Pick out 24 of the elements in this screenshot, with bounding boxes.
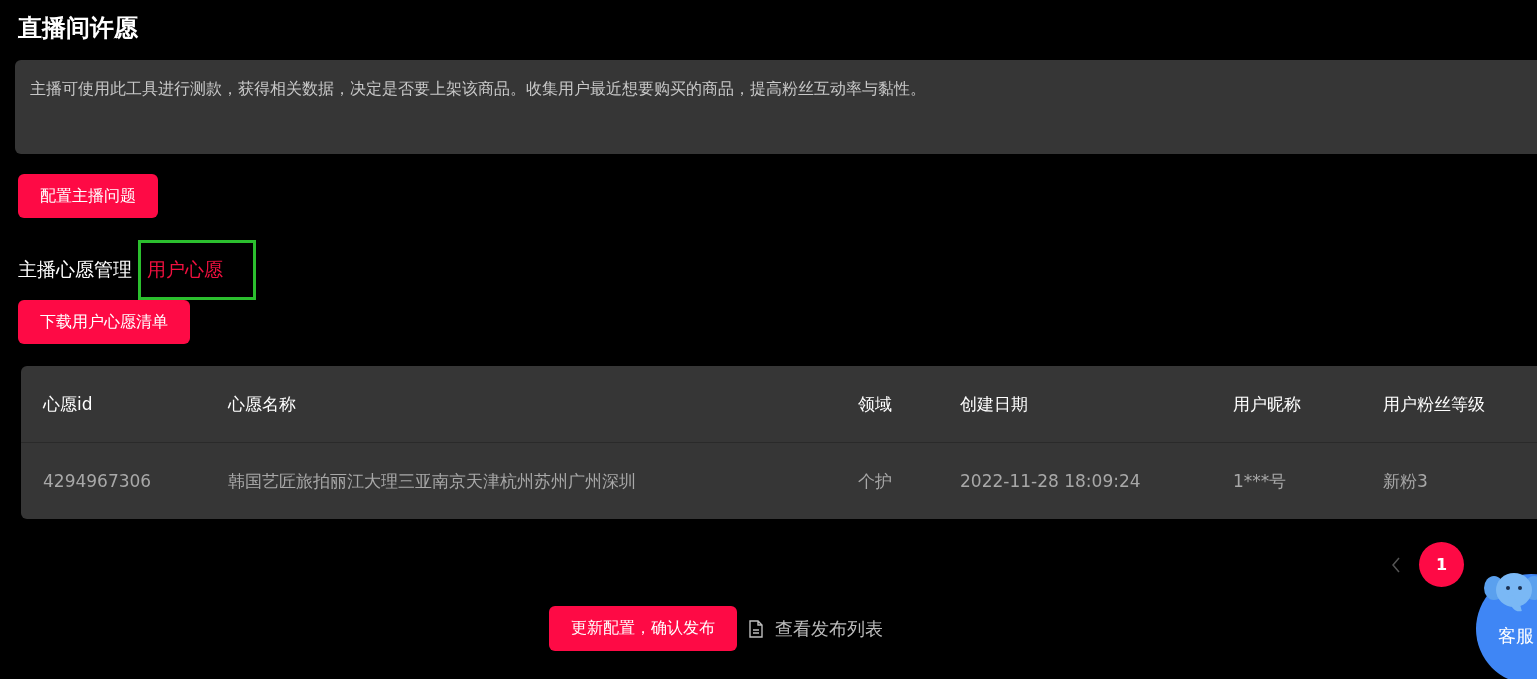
- config-button[interactable]: 配置主播问题: [18, 174, 158, 218]
- publish-list-link[interactable]: 查看发布列表: [749, 616, 883, 641]
- column-header: 用户昵称: [1233, 392, 1302, 416]
- table-cell-text: 个护: [858, 469, 893, 493]
- description-text: 主播可使用此工具进行测款，获得相关数据，决定是否要上架该商品。收集用户最近想要购买的商品，提高粉丝互动率与黏性。: [30, 79, 927, 100]
- download-button[interactable]: 下载用户心愿清单: [18, 300, 190, 344]
- table-cell-text: 4294967306: [43, 471, 153, 491]
- page-title: 直播间许愿: [17, 13, 139, 44]
- table-cell-text: 韩国艺匠旅拍丽江大理三亚南京天津杭州苏州广州深圳: [228, 469, 637, 493]
- tab[interactable]: 用户心愿: [138, 240, 256, 300]
- column-header: 创建日期: [960, 392, 1029, 416]
- page-number[interactable]: 1: [1419, 542, 1464, 587]
- prev-page-icon[interactable]: [1391, 556, 1401, 573]
- table-cell-text: 2022-11-28 18:09:24: [960, 471, 1142, 491]
- column-header: 领域: [858, 392, 893, 416]
- column-header: 心愿名称: [228, 392, 297, 416]
- support-label: 客服: [1498, 624, 1534, 648]
- publish-button[interactable]: 更新配置，确认发布: [549, 606, 737, 651]
- table-cell-text: 新粉3: [1383, 469, 1429, 493]
- column-header: 心愿id: [43, 392, 94, 416]
- tab[interactable]: 主播心愿管理: [18, 257, 138, 283]
- document-icon: [749, 619, 763, 638]
- table-cell-text: 1***号: [1233, 469, 1288, 493]
- column-header: 用户粉丝等级: [1383, 392, 1486, 416]
